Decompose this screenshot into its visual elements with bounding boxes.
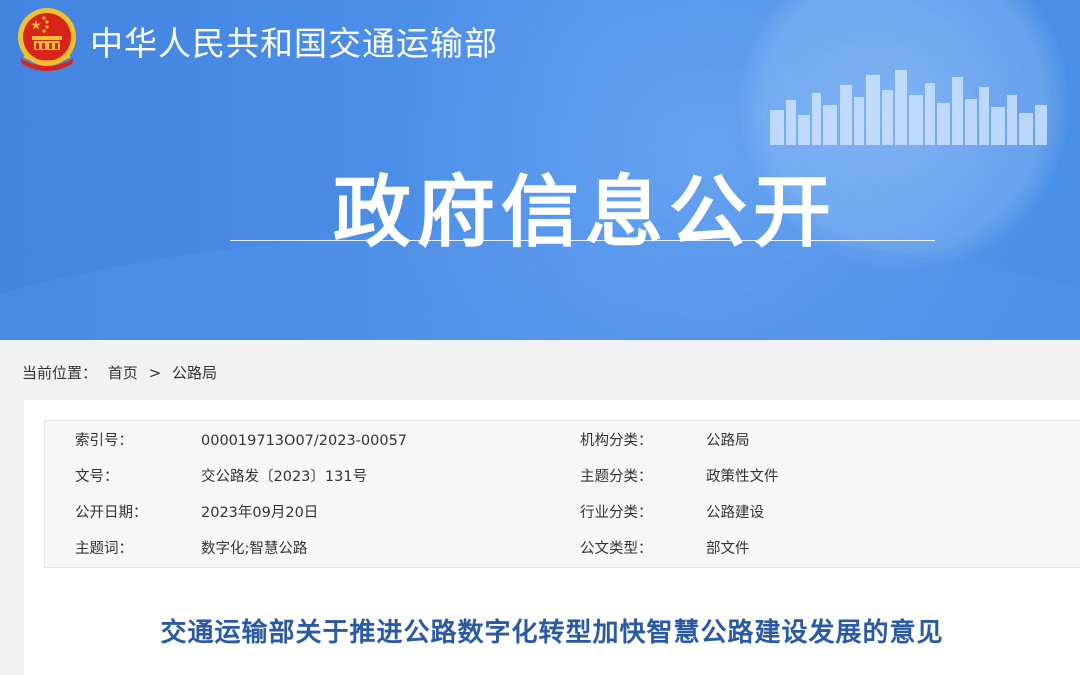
breadcrumb-prefix: 当前位置：	[22, 364, 98, 382]
section-title: 政府信息公开	[332, 168, 837, 258]
metadata-value: 公路建设	[706, 505, 764, 521]
metadata-value: 000019713O07/2023-00057	[201, 433, 408, 449]
metadata-label: 索引号：	[75, 433, 133, 449]
metadata-value: 2023年09月20日	[201, 505, 319, 521]
breadcrumb-home-link[interactable]: 首页	[108, 364, 138, 382]
breadcrumb-bureau-link[interactable]: 公路局	[172, 364, 217, 382]
metadata-value: 政策性文件	[706, 469, 779, 485]
metadata-label: 公文类型：	[580, 541, 653, 557]
metadata-label: 主题分类：	[580, 469, 653, 485]
title-underline	[230, 240, 935, 241]
metadata-value: 部文件	[706, 541, 750, 557]
metadata-label: 文号：	[75, 469, 119, 485]
header-banner: 中华人民共和国交通运输部 政府信息公开	[0, 0, 1080, 340]
content-card: 索引号： 000019713O07/2023-00057 机构分类： 公路局 文…	[24, 400, 1080, 675]
metadata-label: 主题词：	[75, 541, 133, 557]
metadata-label: 公开日期：	[75, 505, 148, 521]
metadata-table: 索引号： 000019713O07/2023-00057 机构分类： 公路局 文…	[44, 420, 1080, 568]
breadcrumb-separator: >	[148, 364, 162, 382]
metadata-value: 交公路发〔2023〕131号	[201, 469, 368, 485]
metadata-value: 数字化;智慧公路	[201, 541, 308, 557]
metadata-label: 机构分类：	[580, 433, 653, 449]
metadata-value: 公路局	[706, 433, 750, 449]
breadcrumb: 当前位置： 首页 > 公路局	[22, 362, 223, 383]
metadata-label: 行业分类：	[580, 505, 653, 521]
city-skyline-graphic	[770, 70, 1047, 145]
national-emblem-icon	[18, 8, 76, 71]
document-title: 交通运输部关于推进公路数字化转型加快智慧公路建设发展的意见	[160, 618, 944, 648]
ministry-name[interactable]: 中华人民共和国交通运输部	[90, 17, 498, 65]
